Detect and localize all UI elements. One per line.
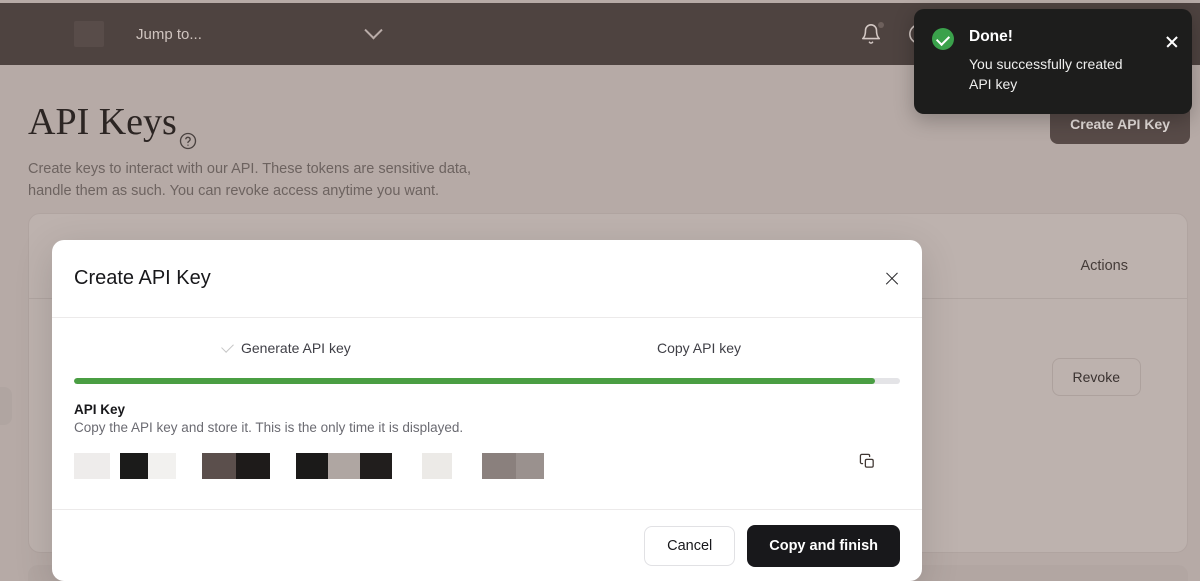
progress-bar [74, 378, 900, 384]
api-key-redacted-value [74, 453, 544, 479]
jump-to-selector[interactable]: Jump to... [136, 26, 386, 43]
jump-to-label: Jump to... [136, 26, 202, 43]
api-key-field-hint: Copy the API key and store it. This is t… [74, 420, 900, 435]
app-logo-icon[interactable] [74, 21, 104, 47]
page-title-text: API Keys [28, 100, 177, 144]
progress-bar-fill [74, 378, 875, 384]
chevron-down-icon [364, 21, 382, 39]
redacted-character-block [482, 453, 516, 479]
modal-footer: Cancel Copy and finish [52, 509, 922, 581]
step-label: Copy API key [657, 340, 741, 356]
step-copy-api-key[interactable]: Copy API key [657, 340, 741, 356]
api-key-value-row [74, 449, 900, 483]
modal-header: Create API Key [52, 240, 922, 318]
step-label: Generate API key [241, 340, 351, 356]
close-icon[interactable] [884, 271, 900, 287]
redacted-character-block [328, 453, 360, 479]
redacted-character-block [236, 453, 270, 479]
page-description: Create keys to interact with our API. Th… [28, 158, 498, 202]
success-toast: Done! You successfully created API key [914, 9, 1192, 114]
toast-title: Done! [969, 27, 1139, 47]
redacted-character-block [120, 453, 148, 479]
bell-icon[interactable] [860, 23, 882, 45]
copy-icon[interactable] [859, 453, 876, 470]
redacted-character-block [422, 453, 452, 479]
close-icon[interactable] [1165, 35, 1179, 49]
redacted-character-block [202, 453, 236, 479]
check-circle-icon [932, 28, 954, 50]
page-title: API Keys [28, 100, 197, 144]
revoke-button[interactable]: Revoke [1052, 358, 1141, 396]
stepper: Generate API key Copy API key [74, 340, 900, 366]
redacted-character-block [148, 453, 176, 479]
step-generate-api-key[interactable]: Generate API key [222, 340, 351, 356]
redacted-character-block [74, 453, 110, 479]
notification-dot [878, 22, 884, 28]
toast-message: You successfully created API key [969, 54, 1139, 94]
modal-title: Create API Key [74, 267, 211, 290]
redacted-character-block [516, 453, 544, 479]
help-circle-icon[interactable] [179, 116, 197, 134]
redacted-character-block [360, 453, 392, 479]
table-header-actions: Actions [1080, 258, 1128, 274]
api-key-field-label: API Key [74, 402, 900, 417]
sidebar-edge-handle[interactable] [0, 387, 12, 425]
redacted-character-block [296, 453, 328, 479]
create-api-key-modal: Create API Key Generate API key Copy API… [52, 240, 922, 581]
modal-body: Generate API key Copy API key API Key Co… [52, 318, 922, 483]
cancel-button[interactable]: Cancel [644, 526, 735, 566]
copy-and-finish-button[interactable]: Copy and finish [747, 525, 900, 567]
check-icon [221, 340, 234, 353]
